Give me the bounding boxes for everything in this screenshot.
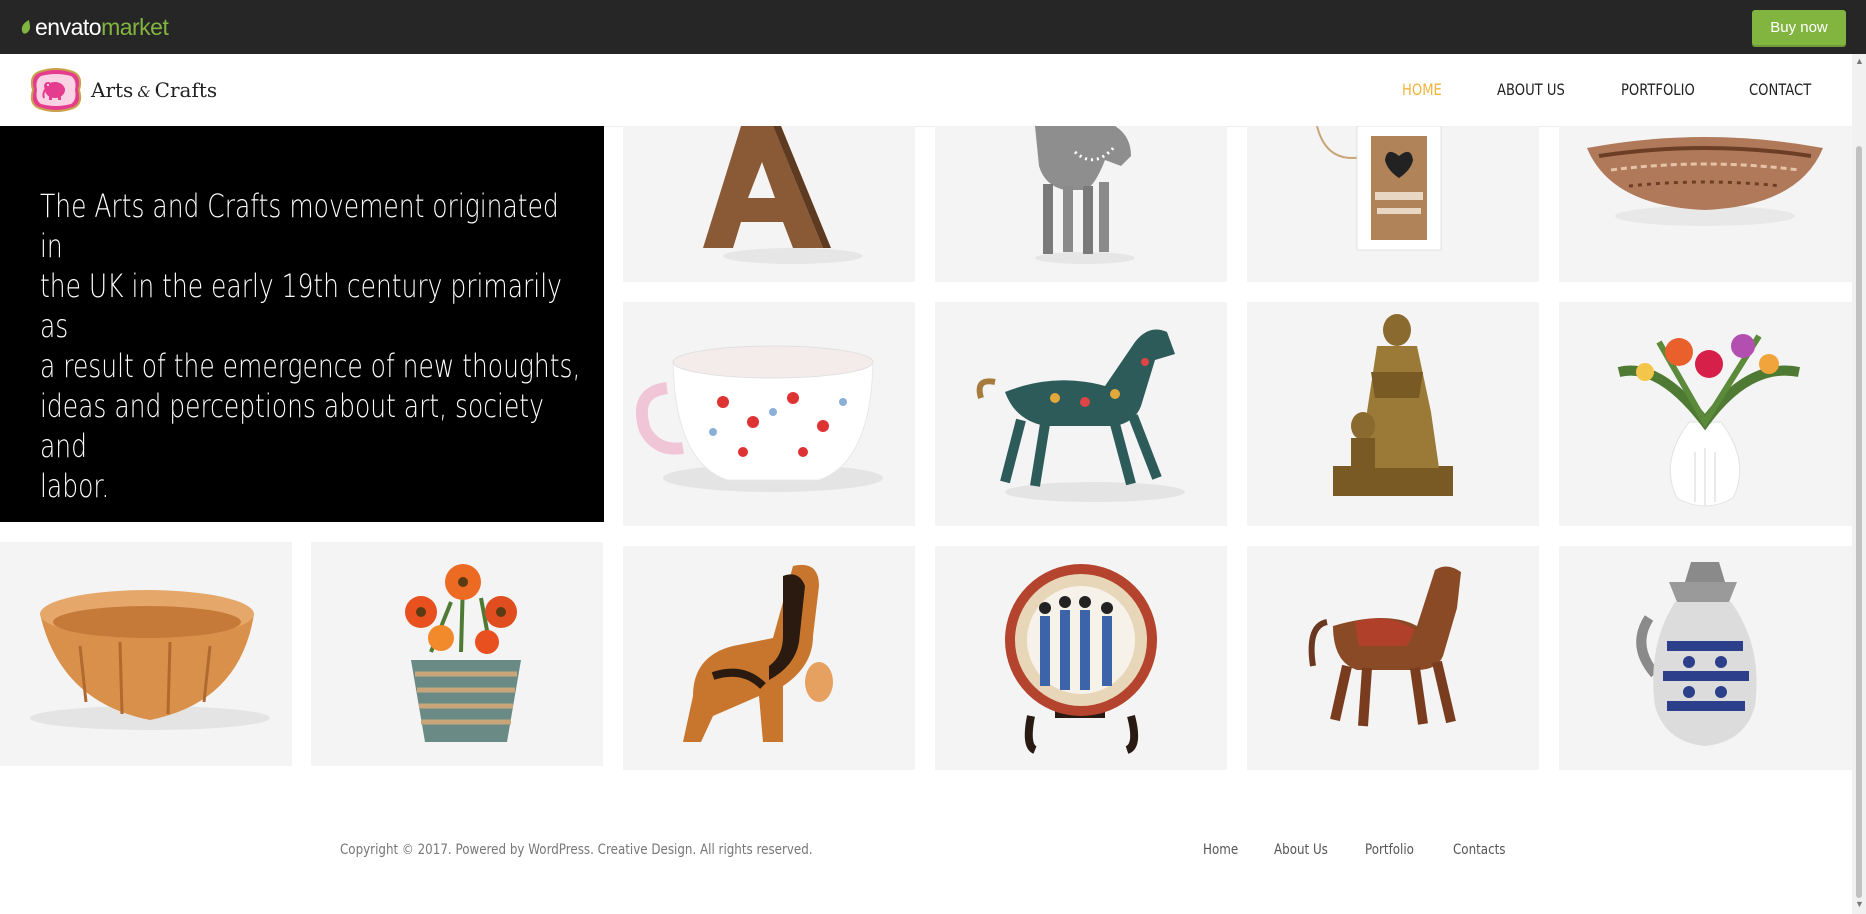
envato-logo-market: market — [101, 13, 169, 40]
gallery-item-wooden-elephant[interactable] — [623, 546, 915, 770]
nav-about-us[interactable]: ABOUT US — [1497, 80, 1565, 99]
scroll-down-icon[interactable]: ▼ — [1855, 900, 1864, 909]
site-footer: Copyright © 2017. Powered by WordPress. … — [0, 820, 1852, 880]
bronze-statue-image — [1333, 314, 1453, 496]
intro-line: the UK in the early 19th century primari… — [40, 267, 562, 345]
site-brand[interactable]: Arts & Crafts — [29, 68, 217, 112]
intro-line: labor. — [40, 467, 110, 505]
woven-bowl-image — [1587, 137, 1823, 226]
intro-line: The Arts and Crafts movement originated … — [40, 187, 559, 265]
flower-vase-image — [1617, 334, 1800, 507]
nav-portfolio[interactable]: PORTFOLIO — [1621, 80, 1695, 99]
envato-logo-word: envato — [35, 13, 102, 40]
gallery-item-bronze-statue[interactable] — [1247, 302, 1539, 526]
gallery-item-flower-vase[interactable] — [1559, 302, 1852, 526]
gallery-item-teacup[interactable] — [623, 302, 915, 526]
gallery-item-birdhouse[interactable] — [1247, 126, 1539, 282]
brand-name-amp: & — [137, 83, 151, 101]
gallery-item-stoneware-jug[interactable] — [1559, 546, 1852, 770]
bamboo-bowl-image — [30, 590, 270, 730]
gallery-item-woven-bowl[interactable] — [1559, 126, 1852, 282]
nav-home[interactable]: HOME — [1402, 80, 1442, 99]
intro-line: ideas and perceptions about art, society… — [40, 387, 544, 465]
envato-market-logo[interactable]: envato market — [20, 13, 169, 40]
scroll-up-icon[interactable]: ▲ — [1855, 57, 1864, 66]
painted-horse-image — [1035, 126, 1135, 264]
wooden-horse-image — [1308, 566, 1461, 727]
intro-line: a result of the emergence of new thought… — [40, 347, 581, 385]
decorative-plate-image — [1005, 564, 1157, 754]
gallery-item-decorative-plate[interactable] — [935, 546, 1227, 770]
site-header: Arts & Crafts HOME ABOUT US PORTFOLIO CONT… — [0, 54, 1852, 127]
envato-top-bar: envato market Buy now — [0, 0, 1866, 54]
stoneware-jug-image — [1636, 562, 1757, 746]
brand-name: Arts & Crafts — [91, 78, 217, 102]
brand-name-left: Arts — [91, 78, 134, 102]
elephant-logo-icon — [30, 68, 82, 112]
footer-link-portfolio[interactable]: Portfolio — [1365, 842, 1414, 858]
wooden-letter-a-image — [703, 126, 863, 264]
nav-contact[interactable]: CONTACT — [1749, 80, 1811, 99]
gallery-item-wooden-horse[interactable] — [1247, 546, 1539, 770]
gallery-item-bamboo-bowl[interactable] — [0, 542, 292, 766]
gallery-item-wooden-letter-a[interactable] — [623, 126, 915, 282]
intro-text: The Arts and Crafts movement originated … — [40, 186, 586, 506]
cloisonne-horse-image — [976, 329, 1185, 502]
buy-now-button[interactable]: Buy now — [1752, 10, 1846, 45]
leaf-icon — [21, 20, 30, 34]
flowers-in-basket-image — [405, 564, 521, 742]
gallery-item-painted-horse[interactable] — [935, 126, 1227, 282]
intro-block: The Arts and Crafts movement originated … — [0, 126, 604, 522]
brand-name-right: Crafts — [154, 78, 218, 102]
footer-link-about-us[interactable]: About Us — [1274, 842, 1328, 858]
copyright-text: Copyright © 2017. Powered by WordPress. … — [340, 842, 813, 858]
wooden-elephant-image — [683, 564, 833, 742]
teacup-image — [635, 345, 883, 492]
gallery-item-flowers-in-basket[interactable] — [311, 542, 603, 766]
footer-link-home[interactable]: Home — [1203, 842, 1238, 858]
gallery-item-cloisonne-horse[interactable] — [935, 302, 1227, 526]
birdhouse-image — [1316, 126, 1442, 251]
footer-link-contacts[interactable]: Contacts — [1453, 842, 1506, 858]
scrollbar-thumb[interactable] — [1856, 146, 1862, 898]
